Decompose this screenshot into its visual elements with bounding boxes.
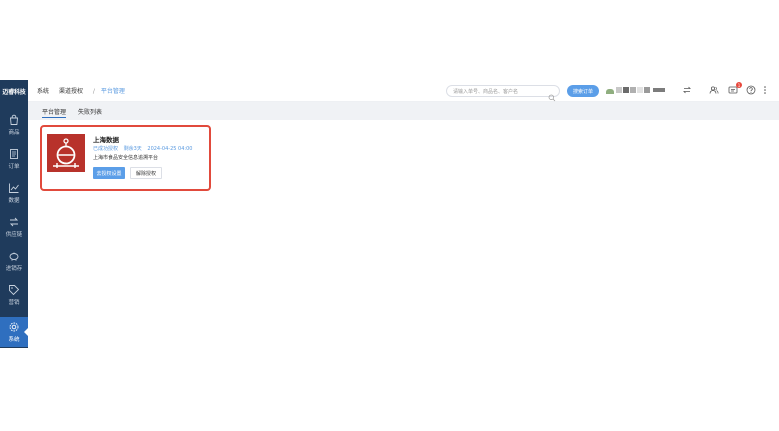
- sidebar-item-label: 订单: [8, 164, 20, 170]
- sidebar-item-inventory[interactable]: 进销存: [0, 246, 28, 276]
- notification-badge: 1: [736, 82, 742, 88]
- blurred-pixel: [623, 87, 629, 93]
- platform-title: 上海数据: [93, 136, 119, 144]
- platform-description: 上海市食品安全信息追溯平台: [93, 155, 159, 161]
- exchange-icon: [8, 216, 20, 228]
- sidebar-item-label: 营销: [8, 300, 20, 306]
- breadcrumb-item[interactable]: 系统: [37, 86, 49, 95]
- blurred-pixel: [630, 87, 636, 93]
- search-box: [446, 85, 560, 102]
- platform-meta: 已成功授权 剩余3天 2024-04-25 04:00: [93, 145, 196, 152]
- message-icon[interactable]: 1: [728, 82, 742, 95]
- bag-icon: [8, 114, 20, 126]
- days-left: 剩余3天: [123, 146, 142, 152]
- document-icon: [8, 148, 20, 160]
- search-input[interactable]: [453, 87, 545, 96]
- blurred-pixel: [637, 87, 643, 93]
- blurred-pixel: [644, 87, 650, 93]
- breadcrumb-current: 平台管理: [100, 88, 125, 95]
- sidebar-item-orders[interactable]: 订单: [0, 144, 28, 174]
- line-chart-icon: [8, 182, 20, 194]
- platform-card: 上海数据 已成功授权 剩余3天 2024-04-25 04:00 上海市食品安全…: [40, 125, 211, 191]
- sidebar-item-label: 供应链: [5, 232, 23, 238]
- brand-logo: 迈睿科技: [2, 88, 26, 96]
- breadcrumb-item[interactable]: 渠道授权: [59, 86, 83, 95]
- auth-settings-button[interactable]: 去授权设置: [93, 167, 125, 179]
- help-icon[interactable]: [746, 85, 756, 95]
- sidebar-item-label: 数据: [8, 198, 20, 204]
- piggy-bank-icon: [8, 250, 20, 262]
- revoke-auth-button[interactable]: 解除授权: [130, 167, 162, 179]
- tab-platform-management[interactable]: 平台管理: [42, 107, 67, 118]
- sidebar-item-supply-chain[interactable]: 供应链: [0, 212, 28, 242]
- top-bar: 系统 渠道授权 / 平台管理 搜索订单: [28, 80, 779, 102]
- search-icon[interactable]: [548, 87, 556, 102]
- switch-icon[interactable]: [682, 85, 692, 95]
- app-window: 迈睿科技 商品 订单 数据 供应链 进销存 营销 系统 系统 渠道授权 / 平台…: [0, 80, 779, 348]
- user-group-icon[interactable]: [709, 85, 719, 95]
- platform-logo-icon: [47, 134, 85, 172]
- breadcrumb-separator: /: [92, 88, 95, 95]
- blurred-pixel: [653, 88, 665, 92]
- sidebar-item-system[interactable]: 系统: [0, 317, 28, 347]
- sidebar-item-data[interactable]: 数据: [0, 178, 28, 208]
- auth-status: 已成功授权: [93, 146, 119, 152]
- auth-date: 2024-04-25 04:00: [147, 146, 193, 152]
- avatar: [606, 89, 614, 94]
- sidebar: 迈睿科技 商品 订单 数据 供应链 进销存 营销 系统: [0, 80, 28, 348]
- gear-icon: [8, 321, 20, 333]
- breadcrumb: 系统 渠道授权 / 平台管理: [37, 86, 133, 95]
- tab-failure-list[interactable]: 失败列表: [78, 107, 102, 116]
- tag-icon: [8, 284, 20, 296]
- blurred-pixel: [616, 87, 622, 93]
- sidebar-item-label: 进销存: [5, 266, 23, 272]
- main-content: 平台管理 失败列表 上海数据 已成功授权 剩余3天 2024-04-25 04:…: [28, 102, 779, 348]
- more-vertical-icon[interactable]: [760, 85, 770, 95]
- sidebar-item-marketing[interactable]: 营销: [0, 280, 28, 310]
- sidebar-item-label: 商品: [8, 130, 20, 136]
- user-info-blurred[interactable]: [606, 85, 672, 97]
- sidebar-item-products[interactable]: 商品: [0, 110, 28, 140]
- tabs-bar: 平台管理 失败列表: [28, 102, 779, 120]
- sidebar-item-label: 系统: [8, 337, 20, 343]
- search-orders-button[interactable]: 搜索订单: [567, 85, 599, 97]
